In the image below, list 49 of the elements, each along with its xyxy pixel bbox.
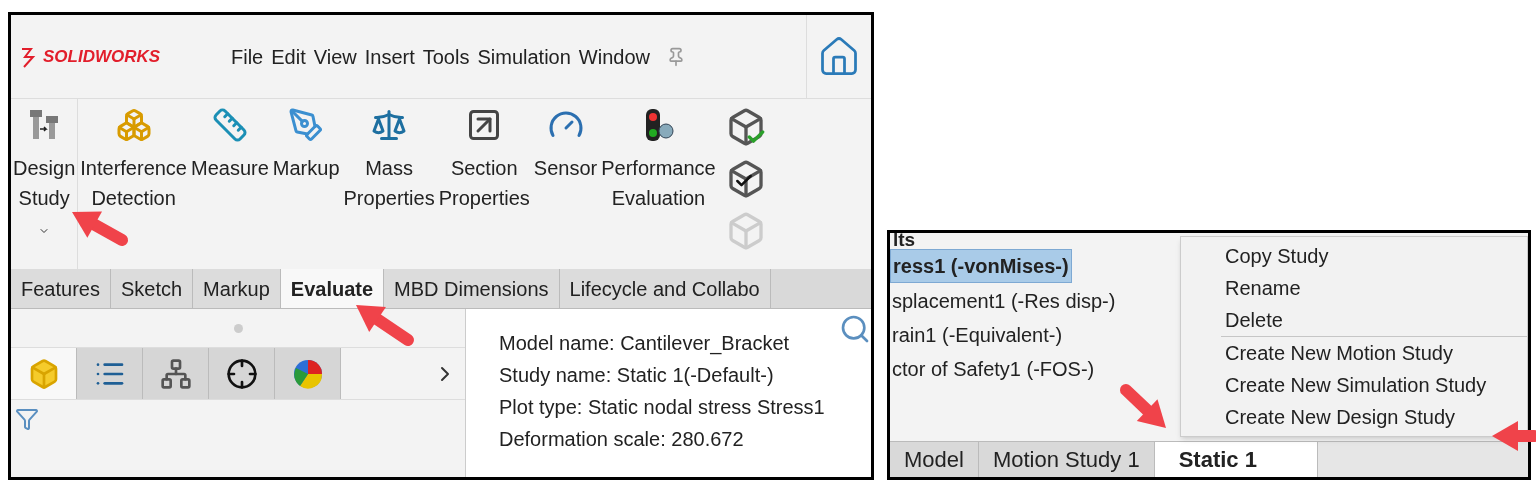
- menu-item[interactable]: Delete: [1181, 304, 1527, 336]
- study-tab[interactable]: Static 1: [1154, 442, 1318, 477]
- info-line: Study name: Static 1(-Default-): [499, 363, 774, 388]
- sphere-icon: [291, 357, 324, 390]
- menu-item[interactable]: Window: [578, 41, 650, 72]
- ribbon-tool[interactable]: Measure: [189, 99, 271, 269]
- pane-tab[interactable]: [209, 347, 275, 400]
- filter-icon[interactable]: [15, 406, 39, 431]
- menu-item[interactable]: File: [231, 41, 264, 72]
- menu-item[interactable]: Edit: [271, 41, 306, 72]
- results-heading: lts: [893, 233, 917, 247]
- pointer-arrow: [1120, 384, 1166, 428]
- ribbon-tool[interactable]: Interference Detection: [78, 99, 189, 269]
- results-item[interactable]: ress1 (-vonMises-): [890, 249, 1072, 283]
- info-line: Model name: Cantilever_Bracket: [499, 331, 790, 357]
- scale-icon: [371, 107, 408, 143]
- menu-item[interactable]: Insert: [364, 41, 415, 72]
- study-tab[interactable]: Motion Study 1: [978, 442, 1155, 477]
- results-item[interactable]: ctor of Safety1 (-FOS-): [890, 353, 1097, 385]
- menu-item[interactable]: Simulation: [477, 41, 571, 72]
- menu-item[interactable]: Copy Study: [1181, 240, 1527, 272]
- menu-item[interactable]: Create New Motion Study: [1181, 337, 1527, 369]
- menu-item[interactable]: Create New Design Study: [1181, 401, 1527, 433]
- menu-item[interactable]: Rename: [1181, 272, 1527, 304]
- crosshair-icon: [225, 357, 258, 390]
- info-line: Plot type: Static nodal stress Stress1: [499, 395, 825, 420]
- ribbon-tool[interactable]: Design Study: [11, 99, 78, 269]
- results-item[interactable]: rain1 (-Equivalent-): [890, 319, 1065, 351]
- pen-icon: [288, 107, 325, 143]
- ribbon-tab[interactable]: Evaluate: [280, 269, 385, 308]
- menu-item[interactable]: Create New Simulation Study: [1181, 369, 1527, 401]
- pointer-arrow: [1492, 421, 1536, 451]
- ribbon-tool[interactable]: Mass Properties: [341, 99, 437, 269]
- ribbon-tool[interactable]: Markup: [270, 99, 342, 269]
- blocks-icon: [115, 107, 152, 143]
- info-line: Deformation scale: 280.672: [499, 427, 744, 452]
- ribbon-tool[interactable]: Performance Evaluation: [599, 99, 718, 269]
- ribbon-tool[interactable]: Section Properties: [436, 99, 532, 269]
- ribbon-tool[interactable]: Sensor: [531, 99, 600, 269]
- app-logo: SOLIDWORKS: [43, 45, 161, 68]
- ruler-icon: [211, 107, 248, 143]
- tree-icon: [159, 357, 192, 390]
- zoom-icon[interactable]: [839, 313, 871, 345]
- menu-item[interactable]: View: [313, 41, 357, 72]
- menu-item[interactable]: Tools: [422, 41, 470, 72]
- study-tab[interactable]: Model: [890, 442, 979, 477]
- results-item[interactable]: splacement1 (-Res disp-): [890, 285, 1118, 317]
- pointer-arrow: [356, 305, 414, 346]
- pointer-arrow: [72, 211, 128, 246]
